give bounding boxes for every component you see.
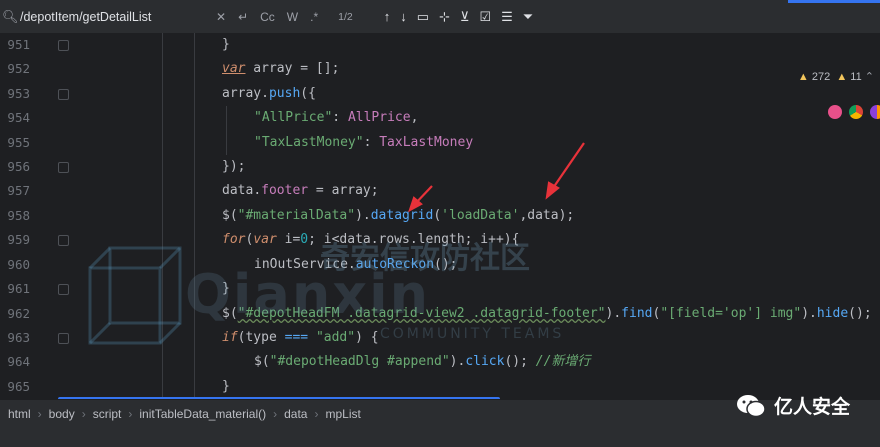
line-number: 953 (7, 86, 30, 101)
chevron-right-icon: › (273, 407, 278, 421)
match-case-toggle[interactable]: Cc (254, 10, 281, 24)
fold-marker[interactable] (58, 235, 69, 246)
whole-words-toggle[interactable]: W (281, 10, 304, 24)
fold-marker[interactable] (58, 89, 69, 100)
wechat-brand: 亿人安全 (736, 392, 850, 419)
code-line-961: } (222, 281, 230, 296)
chevron-right-icon: › (128, 407, 133, 421)
new-line-icon[interactable]: ↵ (232, 10, 254, 24)
brand-label: 亿人安全 (773, 396, 850, 418)
weak-warning-count: 11 (850, 71, 862, 83)
code-line-960: inOutService.autoReckon(); (254, 257, 458, 272)
arrow-down-icon[interactable]: ↓ (395, 9, 412, 24)
find-bar: 🔍︎ /depotItem/getDetailList ✕ ↵ Cc W .* … (0, 0, 880, 34)
active-tab-indicator (788, 0, 880, 3)
code-line-954: "AllPrice": AllPrice, (254, 110, 419, 125)
line-number: 965 (7, 379, 30, 394)
line-number: 954 (7, 110, 30, 125)
breadcrumb-function[interactable]: initTableData_material() (135, 407, 270, 421)
line-number: 959 (7, 232, 30, 247)
code-line-964: $("#depotHeadDlg #append").click(); //新增… (254, 354, 591, 369)
code-line-959: for(var i=0; i<data.rows.length; i++){ (222, 232, 520, 247)
code-line-957: data.footer = array; (222, 183, 379, 198)
filter-icon[interactable]: ⏷ (518, 9, 538, 25)
regex-toggle[interactable]: .* (304, 10, 324, 24)
match-count: 1/2 (338, 10, 353, 23)
wechat-icon (736, 394, 766, 417)
line-number: 960 (7, 257, 30, 272)
code-line-952: var array = []; (222, 61, 340, 76)
code-line-953: array.push({ (222, 86, 316, 101)
chevron-right-icon: › (314, 407, 319, 421)
search-icon[interactable]: 🔍︎ (2, 9, 20, 25)
fold-marker[interactable] (58, 284, 69, 295)
code-editor[interactable]: 951 952 953 954 955 956 957 958 959 960 … (0, 33, 880, 399)
fold-marker[interactable] (58, 40, 69, 51)
code-line-963: if(type === "add") { (222, 330, 379, 345)
line-number: 961 (7, 281, 30, 296)
warning-count: 272 (811, 71, 831, 83)
chevron-right-icon: › (37, 407, 42, 421)
breadcrumb-html[interactable]: html (4, 407, 35, 421)
line-number: 962 (7, 306, 30, 321)
code-line-955: "TaxLastMoney": TaxLastMoney (254, 135, 474, 150)
browser-preview-bar (828, 105, 880, 119)
code-line-956: }); (222, 159, 246, 174)
line-number-gutter: 951 952 953 954 955 956 957 958 959 960 … (0, 33, 52, 399)
fold-marker[interactable] (58, 162, 69, 173)
clear-search-icon[interactable]: ✕ (210, 10, 232, 24)
chevron-right-icon: › (81, 407, 86, 421)
code-line-962: $("#depotHeadFM .datagrid-view2 .datagri… (222, 306, 872, 321)
warning-icon: ▲ (797, 71, 809, 83)
breadcrumb-data[interactable]: data (280, 407, 311, 421)
code-line-951: } (222, 37, 230, 52)
browser-preview-icon[interactable] (828, 105, 842, 119)
line-number: 952 (7, 61, 30, 76)
code-line-958: $("#materialData").datagrid('loadData',d… (222, 208, 575, 223)
line-number: 963 (7, 330, 30, 345)
line-number: 964 (7, 354, 30, 369)
code-area[interactable]: } var array = []; array.push({ "AllPrice… (78, 33, 872, 399)
select-all-occurrences-icon[interactable]: ☑ (474, 9, 496, 25)
add-occurrence-icon[interactable]: ⊹ (434, 9, 455, 25)
arrow-up-icon[interactable]: ↑ (379, 9, 396, 24)
inspection-widget[interactable]: ▲ 272 ▲ 11 ⌃ (798, 70, 874, 83)
remove-occurrence-icon[interactable]: ⊻ (455, 9, 475, 25)
filter-options-icon[interactable]: ☰ (496, 9, 518, 25)
search-input[interactable]: /depotItem/getDetailList (20, 10, 210, 24)
line-number: 958 (7, 208, 30, 223)
breadcrumb-script[interactable]: script (89, 407, 126, 421)
code-line-965: } (222, 379, 230, 394)
breadcrumb: html › body › script › initTableData_materi… (4, 407, 365, 421)
firefox-icon[interactable] (870, 105, 880, 119)
line-number: 957 (7, 183, 30, 198)
breadcrumb-body[interactable]: body (45, 407, 79, 421)
fold-marker[interactable] (58, 333, 69, 344)
open-in-window-icon[interactable]: ▭ (412, 9, 434, 25)
weak-warning-icon: ▲ (836, 71, 848, 83)
line-number: 951 (7, 37, 30, 52)
line-number: 955 (7, 135, 30, 150)
line-number: 956 (7, 159, 30, 174)
breadcrumb-mplist[interactable]: mpList (321, 407, 364, 421)
chrome-icon[interactable] (849, 105, 863, 119)
chevron-up-icon[interactable]: ⌃ (865, 71, 874, 83)
